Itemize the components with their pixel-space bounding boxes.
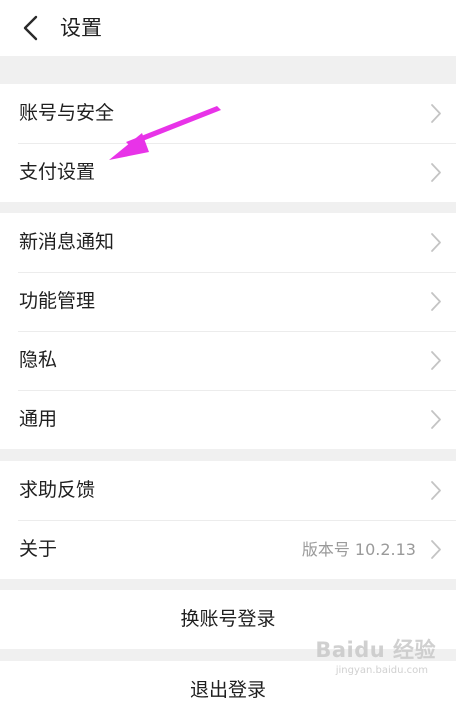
chevron-right-icon: [431, 351, 441, 370]
settings-item-features[interactable]: 功能管理: [0, 272, 456, 331]
settings-item-general[interactable]: 通用: [0, 390, 456, 449]
chevron-right-icon: [431, 104, 441, 123]
settings-item-label: 求助反馈: [19, 479, 96, 501]
settings-item-about[interactable]: 关于 版本号 10.2.13: [0, 520, 456, 579]
settings-item-label: 关于: [19, 538, 58, 560]
chevron-left-icon: [23, 15, 38, 41]
settings-item-privacy[interactable]: 隐私: [0, 331, 456, 390]
settings-item-notifications[interactable]: 新消息通知: [0, 213, 456, 272]
version-number: 版本号 10.2.13: [301, 540, 416, 559]
settings-item-label: 账号与安全: [19, 102, 115, 124]
settings-item-payment[interactable]: 支付设置: [0, 143, 456, 202]
chevron-right-icon: [431, 163, 441, 182]
chevron-right-icon: [431, 540, 441, 559]
settings-group-help: 求助反馈 关于 版本号 10.2.13: [0, 461, 456, 579]
settings-item-help-feedback[interactable]: 求助反馈: [0, 461, 456, 520]
baidu-watermark-logo: Baidu 经验: [315, 638, 436, 662]
watermark-url: jingyan.baidu.com: [335, 665, 428, 676]
settings-group-account: 账号与安全 支付设置: [0, 84, 456, 202]
chevron-right-icon: [431, 292, 441, 311]
back-button[interactable]: [10, 8, 50, 48]
settings-item-label: 隐私: [19, 349, 58, 371]
page-title: 设置: [60, 16, 102, 40]
settings-item-label: 支付设置: [19, 161, 96, 183]
settings-item-label: 功能管理: [19, 290, 96, 312]
settings-item-label: 新消息通知: [19, 231, 115, 253]
settings-item-label: 通用: [19, 408, 58, 430]
chevron-right-icon: [431, 233, 441, 252]
top-bar: 设置: [0, 0, 456, 56]
settings-group-general: 新消息通知 功能管理 隐私 通用: [0, 213, 456, 449]
chevron-right-icon: [431, 481, 441, 500]
settings-item-account-security[interactable]: 账号与安全: [0, 84, 456, 143]
chevron-right-icon: [431, 410, 441, 429]
